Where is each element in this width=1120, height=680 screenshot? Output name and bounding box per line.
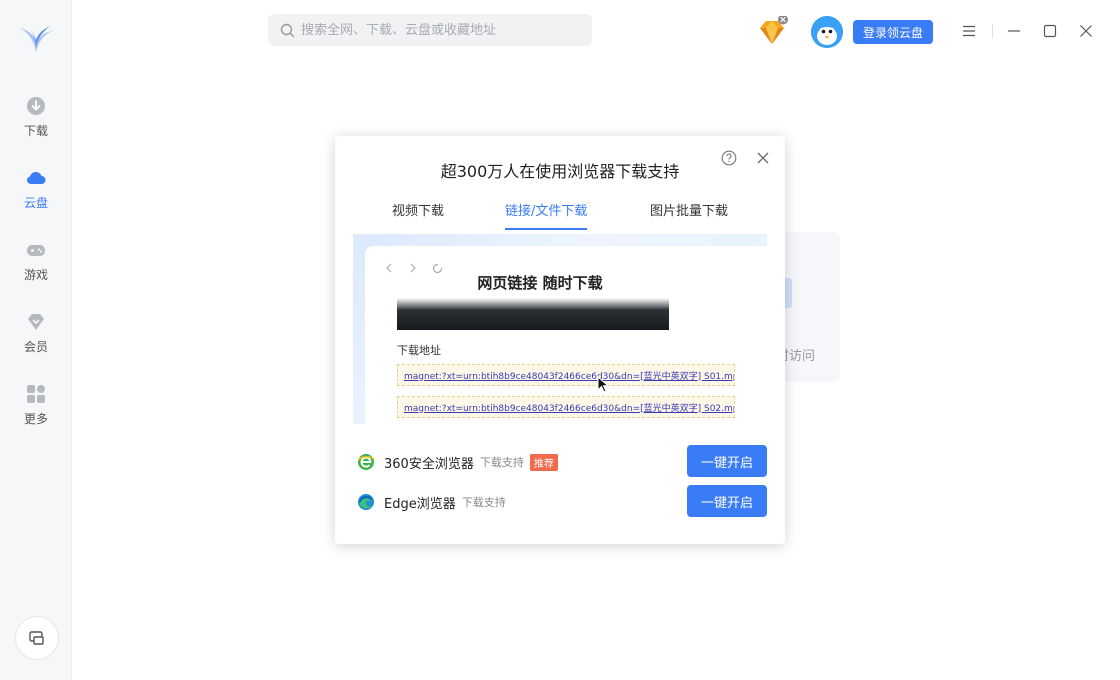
help-icon[interactable] — [721, 150, 737, 166]
menu-button[interactable] — [960, 22, 978, 40]
divider — [992, 24, 993, 38]
preview-heading: 网页链接 随时下载 — [477, 274, 603, 292]
sidebar-item-download[interactable]: 下载 — [0, 94, 72, 154]
browser-name: Edge浏览器 — [384, 496, 456, 512]
preview-video-frame — [397, 298, 669, 330]
close-icon — [1080, 25, 1092, 37]
gamepad-icon — [27, 245, 45, 256]
feature-preview: 网页链接 随时下载 下载地址 magnet:?xt=urn:btih8b9ce4… — [353, 234, 767, 424]
sidebar-item-label: 云盘 — [23, 196, 48, 210]
dialog-close-icon[interactable] — [755, 150, 771, 166]
preview-browser-window: 网页链接 随时下载 下载地址 magnet:?xt=urn:btih8b9ce4… — [365, 246, 767, 424]
magnet-link: magnet:?xt=urn:btih8b9ce48043f2466ce6d30… — [397, 364, 735, 386]
browser-row-edge: Edge浏览器 下载支持 — [357, 486, 506, 518]
search-icon — [280, 23, 295, 37]
dialog-title: 超300万人在使用浏览器下载支持 — [440, 162, 680, 181]
tab-image-batch-download[interactable]: 图片批量下载 — [650, 200, 728, 230]
vip-gem-icon[interactable] — [756, 16, 788, 48]
screen-cast-button[interactable] — [15, 616, 59, 660]
sidebar-item-vip[interactable]: 会员 — [0, 310, 72, 370]
edge-browser-icon — [358, 494, 374, 510]
recommend-badge: 推荐 — [529, 453, 558, 471]
download-icon — [27, 97, 45, 115]
grid-icon — [27, 385, 45, 403]
search-bar[interactable] — [268, 14, 592, 46]
sidebar-item-cloud[interactable]: 云盘 — [0, 166, 72, 226]
tab-video-download[interactable]: 视频下载 — [392, 200, 444, 230]
download-address-label: 下载地址 — [397, 344, 441, 357]
sidebar-item-label: 更多 — [23, 412, 48, 426]
bird-avatar-icon — [811, 16, 843, 48]
enable-edge-button[interactable]: 一键开启 — [687, 485, 767, 517]
browser-download-dialog: 超300万人在使用浏览器下载支持 视频下载 链接/文件下载 图片批量下载 网页链… — [335, 136, 785, 544]
sidebar-item-games[interactable]: 游戏 — [0, 238, 72, 298]
sidebar-item-label: 下载 — [23, 124, 48, 138]
maximize-icon — [1043, 24, 1057, 38]
magnet-link: magnet:?xt=urn:btih8b9ce48043f2466ce6d30… — [397, 396, 735, 418]
mouse-cursor-icon — [597, 376, 610, 393]
browser-support-text: 下载支持 — [479, 456, 524, 469]
search-input[interactable] — [301, 22, 581, 38]
enable-360-button[interactable]: 一键开启 — [687, 445, 767, 477]
360-browser-icon — [357, 454, 375, 470]
browser-name: 360安全浏览器 — [384, 456, 474, 472]
tab-link-file-download[interactable]: 链接/文件下载 — [505, 200, 588, 230]
maximize-button[interactable] — [1041, 22, 1059, 40]
screen-cast-icon — [29, 631, 44, 645]
sidebar-item-more[interactable]: 更多 — [0, 382, 72, 442]
diamond-icon — [28, 314, 44, 330]
sidebar-item-label: 游戏 — [23, 268, 48, 282]
browser-support-text: 下载支持 — [461, 496, 506, 509]
cloud-icon — [27, 171, 46, 185]
sidebar-item-label: 会员 — [23, 340, 48, 354]
minimize-button[interactable] — [1005, 22, 1023, 40]
browser-row-360: 360安全浏览器 下载支持 推荐 — [357, 446, 558, 478]
sidebar: 下载 云盘 游戏 会员 更多 — [0, 0, 72, 680]
minimize-icon — [1008, 30, 1020, 32]
login-button[interactable]: 登录领云盘 — [853, 20, 933, 44]
hamburger-icon — [963, 25, 975, 37]
avatar[interactable] — [811, 16, 843, 48]
app-logo-icon — [20, 24, 54, 52]
close-window-button[interactable] — [1077, 22, 1095, 40]
